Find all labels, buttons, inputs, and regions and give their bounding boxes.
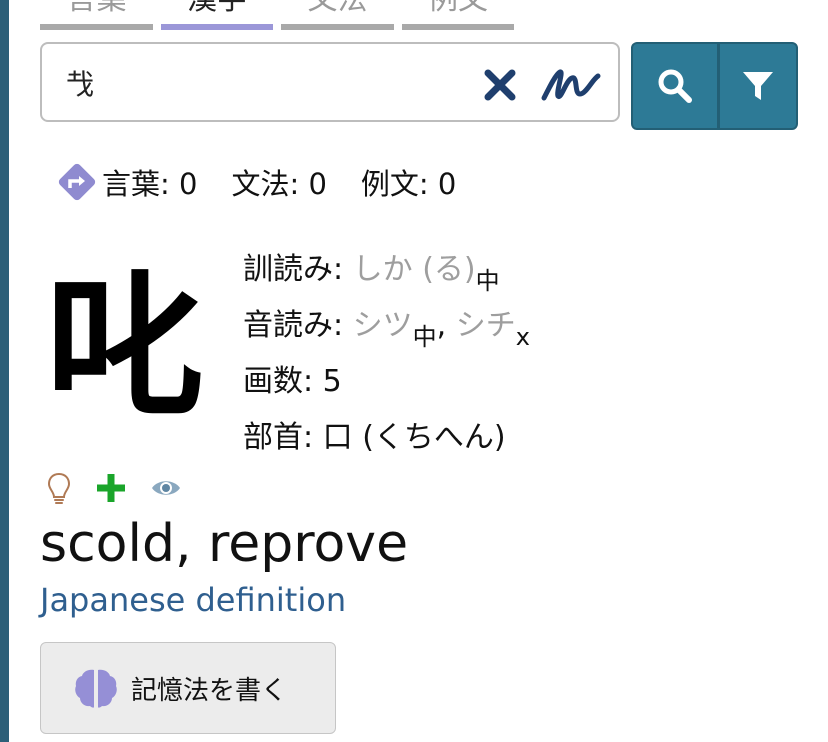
radical-row: 部首: 口 (くちへん) <box>243 414 530 470</box>
tab-kanji-label: 漢字 <box>161 0 273 18</box>
kanji-action-icons <box>46 470 204 506</box>
redirect-icon[interactable] <box>54 159 100 205</box>
kun-reading-row: 訓読み: しか (る)中 <box>243 246 530 302</box>
radical-label: 部首: <box>243 420 323 455</box>
write-mnemonic-button[interactable]: 記憶法を書く <box>40 642 336 734</box>
kun-frequency: 中 <box>475 267 500 295</box>
stat-words: 言葉: 0 <box>102 167 198 201</box>
tab-grammar-label: 文法 <box>281 0 394 18</box>
handwriting-icon[interactable] <box>540 66 602 102</box>
lightbulb-icon[interactable] <box>46 471 72 505</box>
on-value-1: シツ <box>352 308 413 343</box>
on-value-2: シチ <box>455 308 516 343</box>
add-icon[interactable] <box>94 471 128 505</box>
stats-line: 言葉: 0 文法: 0 例文: 0 <box>54 160 490 204</box>
on-frequency-2: x <box>515 323 530 351</box>
clear-icon[interactable] <box>483 68 517 102</box>
tab-kanji[interactable]: 漢字 <box>161 0 273 30</box>
tab-sentences-label: 例文 <box>402 0 514 18</box>
on-frequency-1: 中 <box>412 323 437 351</box>
search-input[interactable] <box>64 62 448 104</box>
japanese-definition-link[interactable]: Japanese definition <box>40 580 346 620</box>
on-label: 音読み: <box>243 308 353 343</box>
search-button[interactable] <box>631 42 719 130</box>
filter-icon <box>743 72 773 100</box>
tab-words[interactable]: 言葉 <box>40 0 153 30</box>
on-separator: , <box>436 308 456 343</box>
tab-kanji-underline <box>161 24 273 30</box>
kun-label: 訓読み: <box>243 252 353 287</box>
tab-words-label: 言葉 <box>40 0 153 18</box>
stroke-count-row: 画数: 5 <box>243 358 530 414</box>
tab-grammar[interactable]: 文法 <box>281 0 394 30</box>
eye-icon[interactable] <box>150 476 182 500</box>
filter-button[interactable] <box>719 42 798 130</box>
kanji-meaning: scold, reprove <box>40 514 409 574</box>
kun-value: しか (る) <box>352 252 476 287</box>
search-box <box>40 42 620 122</box>
strokes-value: 5 <box>322 364 342 399</box>
on-reading-row: 音読み: シツ中, シチx <box>243 302 530 358</box>
stat-grammar: 文法: 0 <box>231 167 327 201</box>
write-mnemonic-label: 記憶法を書く <box>131 675 288 706</box>
left-rail <box>0 0 9 742</box>
radical-value: 口 (くちへん) <box>322 420 506 455</box>
kanji-info: 訓読み: しか (る)中 音読み: シツ中, シチx 画数: 5 部首: 口 (… <box>243 246 530 470</box>
tab-words-underline <box>40 24 153 30</box>
stat-sentences: 例文: 0 <box>360 167 457 201</box>
tab-sentences[interactable]: 例文 <box>402 0 514 30</box>
brain-icon <box>75 669 117 708</box>
tab-sentences-underline <box>402 24 514 30</box>
kanji-character: 叱 <box>46 255 204 439</box>
strokes-label: 画数: <box>243 364 323 399</box>
search-icon <box>658 69 692 103</box>
tab-grammar-underline <box>281 24 394 30</box>
